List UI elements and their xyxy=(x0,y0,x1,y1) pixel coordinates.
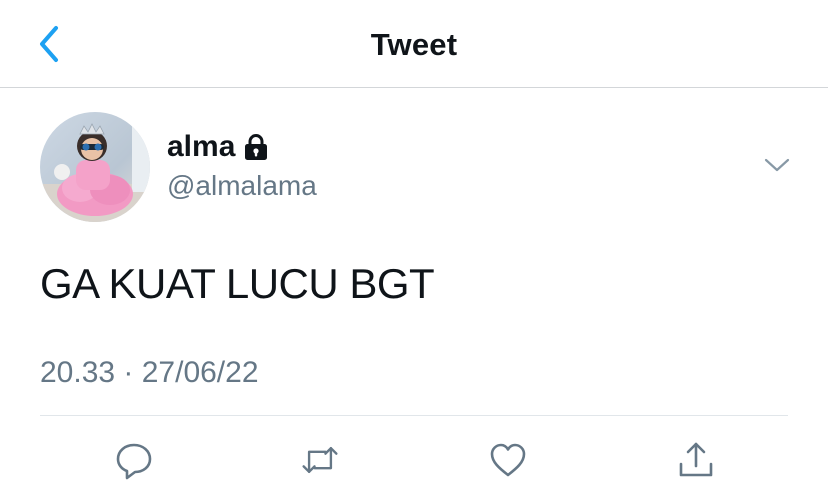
lock-icon xyxy=(245,134,268,160)
divider xyxy=(40,415,788,416)
author-name-row[interactable]: alma xyxy=(167,130,269,164)
share-button[interactable] xyxy=(676,440,716,480)
tweet-menu-button[interactable] xyxy=(760,150,794,180)
avatar[interactable] xyxy=(40,112,150,222)
avatar-image xyxy=(40,112,150,222)
reply-button[interactable] xyxy=(114,440,154,480)
tweet-timestamp[interactable]: 20.33 · 27/06/22 xyxy=(40,356,259,390)
retweet-icon xyxy=(302,447,338,473)
tweet-header: Tweet xyxy=(0,0,828,88)
page-title: Tweet xyxy=(370,27,458,62)
share-icon xyxy=(679,442,713,477)
like-button[interactable] xyxy=(488,440,528,480)
author-name: alma xyxy=(167,130,236,163)
author-handle[interactable]: @almalama xyxy=(167,170,317,202)
chevron-down-icon xyxy=(764,158,790,172)
retweet-button[interactable] xyxy=(300,440,340,480)
comment-icon xyxy=(116,443,152,480)
heart-icon xyxy=(490,443,526,477)
tweet-text: GA KUAT LUCU BGT xyxy=(40,260,435,307)
